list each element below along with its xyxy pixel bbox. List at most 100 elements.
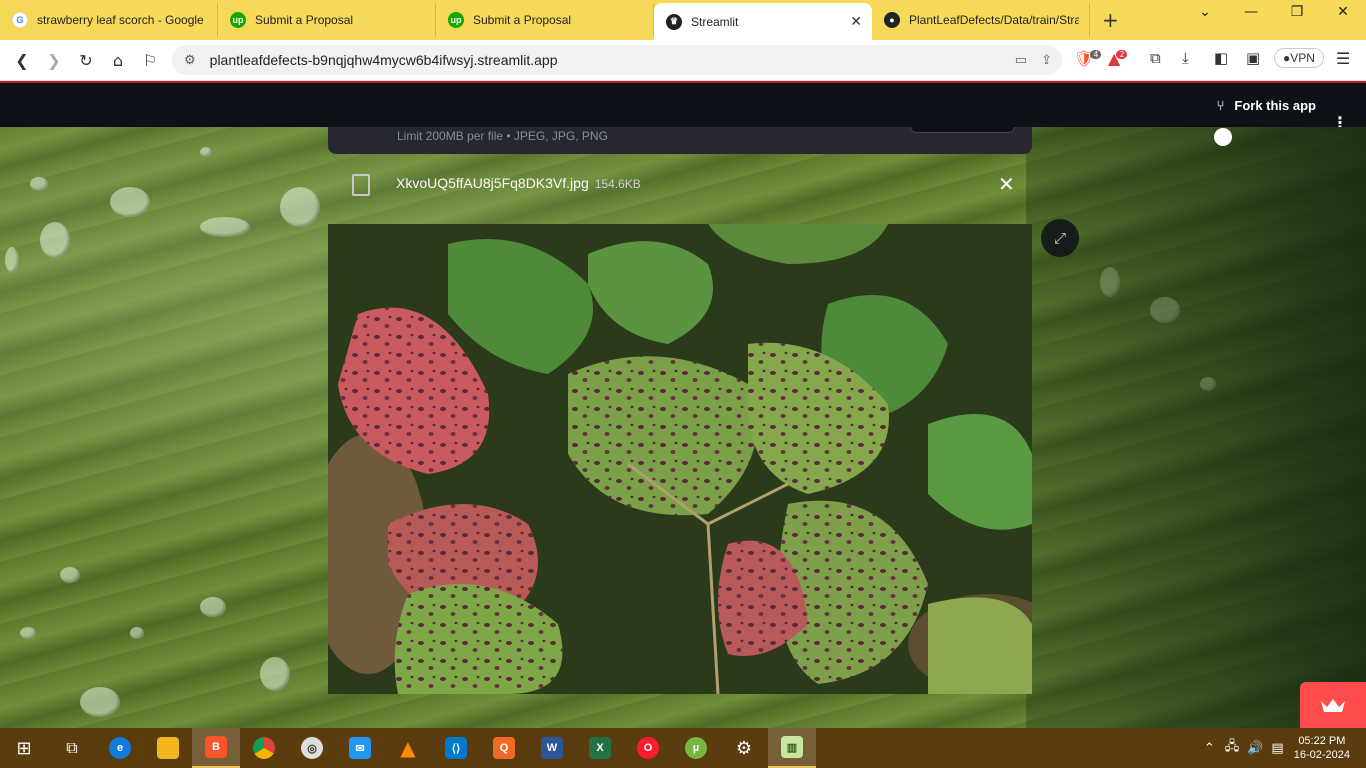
restore-button[interactable]: ❐ — [1274, 4, 1320, 20]
tab-github[interactable]: ● PlantLeafDefects/Data/train/Stra — [872, 3, 1090, 37]
notepad-chart-icon[interactable]: ▥ — [768, 728, 816, 768]
water-drop — [30, 177, 48, 191]
tab-title: strawberry leaf scorch - Google S — [37, 13, 207, 27]
home-button[interactable]: ⌂ — [102, 51, 134, 70]
water-drop — [1150, 297, 1180, 323]
notification-icon[interactable]: ▤ — [1271, 741, 1283, 756]
extensions-icon[interactable]: ⧉ — [1150, 49, 1161, 67]
back-button[interactable]: ❮ — [6, 51, 38, 70]
tab-title: Streamlit — [691, 14, 739, 29]
tab-streamlit[interactable]: ♛ Streamlit ✕ — [654, 3, 872, 40]
browse-files-button[interactable] — [910, 127, 1015, 133]
network-icon[interactable]: 🖧 — [1225, 737, 1240, 759]
url-field[interactable]: ⚙ plantleafdefects-b9nqjqhw4mycw6b4ifwsy… — [172, 45, 1062, 75]
share-icon[interactable]: ⇪ — [1041, 52, 1052, 68]
tab-upwork-proposal-2[interactable]: up Submit a Proposal — [436, 3, 654, 37]
utorrent-icon[interactable]: µ — [672, 728, 720, 768]
opera-icon[interactable]: O — [624, 728, 672, 768]
edge-icon[interactable]: e — [96, 728, 144, 768]
clock-date: 16-02-2024 — [1293, 749, 1350, 761]
file-explorer-icon[interactable] — [144, 728, 192, 768]
upwork-icon: up — [230, 12, 246, 28]
uploaded-leaf-image — [328, 224, 1032, 694]
vpn-button[interactable]: ● VPN — [1274, 48, 1324, 68]
tab-title: PlantLeafDefects/Data/train/Stra — [909, 13, 1079, 27]
file-icon — [352, 174, 370, 196]
vpn-label: VPN — [1290, 51, 1315, 65]
file-name-text: XkvoUQ5ffAU8j5Fq8DK3Vf.jpg — [396, 175, 589, 191]
brave-badge: 4 — [1090, 50, 1102, 59]
upwork-icon: up — [448, 12, 464, 28]
clock-time: 05:22 PM — [1298, 735, 1346, 747]
tab-title: Submit a Proposal — [255, 13, 354, 27]
downloads-icon[interactable]: ⤓ — [1182, 49, 1189, 67]
tab-upwork-proposal-1[interactable]: up Submit a Proposal — [218, 3, 436, 37]
system-clock[interactable]: 05:22 PM 16-02-2024 — [1294, 734, 1350, 762]
tab-search-icon[interactable]: ⌄ — [1182, 4, 1228, 20]
minimize-button[interactable]: — — [1228, 4, 1274, 20]
media-player-icon[interactable]: ◎ — [288, 728, 336, 768]
window-controls: ⌄ — ❐ ✕ — [1182, 4, 1366, 20]
reload-button[interactable]: ↻ — [70, 51, 102, 70]
task-view-icon[interactable]: ⧉ — [48, 728, 96, 768]
water-drop — [5, 247, 19, 273]
site-info-icon[interactable]: ⚙ — [184, 52, 196, 68]
water-drop — [200, 217, 250, 237]
uploaded-file-row: XkvoUQ5ffAU8j5Fq8DK3Vf.jpg 154.6KB ✕ — [328, 165, 1032, 205]
tab-google-search[interactable]: G strawberry leaf scorch - Google S — [0, 3, 218, 37]
q-app-icon[interactable]: Q — [480, 728, 528, 768]
file-size: 154.6KB — [594, 177, 641, 191]
vscode-icon[interactable]: ⟨⟩ — [432, 728, 480, 768]
streamlit-header: ⑂ Fork this app ⋮ — [0, 81, 1366, 132]
bookmark-icon[interactable]: ⚐ — [134, 51, 166, 70]
chevron-up-icon[interactable]: ⌃ — [1204, 741, 1215, 756]
vlc-icon[interactable]: ▲ — [384, 728, 432, 768]
start-button[interactable]: ⊞ — [0, 728, 48, 768]
streamlit-icon: ♛ — [666, 13, 682, 30]
strawberry-leaves-image — [328, 224, 1032, 694]
brave-shields-icon[interactable]: 🛡 4 — [1074, 49, 1102, 68]
wallet-icon[interactable]: ▣ — [1246, 49, 1260, 67]
water-drop — [60, 567, 80, 583]
water-drop — [200, 147, 212, 157]
forward-button[interactable]: ❯ — [38, 51, 70, 70]
browser-menu-icon[interactable]: ☰ — [1336, 49, 1350, 68]
water-drop — [130, 627, 144, 639]
fork-icon: ⑂ — [1216, 98, 1225, 113]
new-tab-button[interactable]: + — [1102, 8, 1119, 32]
system-tray: ⌃ 🖧 🔊 ▤ 05:22 PM 16-02-2024 — [1204, 728, 1366, 768]
excel-icon[interactable]: X — [576, 728, 624, 768]
water-drop — [40, 222, 70, 258]
chrome-icon[interactable] — [240, 728, 288, 768]
uploaded-file-name: XkvoUQ5ffAU8j5Fq8DK3Vf.jpg 154.6KB — [396, 175, 641, 191]
messenger-icon[interactable]: ✉ — [336, 728, 384, 768]
github-icon: ● — [884, 12, 900, 28]
close-window-button[interactable]: ✕ — [1320, 4, 1366, 20]
water-drop — [110, 187, 150, 217]
remove-file-button[interactable]: ✕ — [998, 172, 1015, 196]
fork-app-button[interactable]: ⑂ Fork this app — [1217, 98, 1316, 113]
brave-rewards-icon[interactable]: ▲ 2 — [1108, 49, 1128, 68]
brave-icon[interactable]: B — [192, 728, 240, 768]
background-shade — [1026, 127, 1366, 728]
water-drop — [1200, 377, 1216, 391]
water-drop — [280, 187, 320, 227]
sidebar-icon[interactable]: ◧ — [1214, 49, 1228, 67]
github-icon[interactable] — [1214, 128, 1232, 146]
close-tab-icon[interactable]: ✕ — [850, 13, 862, 30]
streamlit-badge-button[interactable] — [1300, 682, 1366, 728]
cast-icon[interactable]: ▭ — [1015, 52, 1027, 68]
fullscreen-icon[interactable]: ⤢ — [1041, 219, 1079, 257]
water-drop — [200, 597, 226, 617]
water-drop — [260, 657, 290, 691]
rewards-badge: 2 — [1116, 50, 1128, 59]
windows-taskbar: ⊞ ⧉ e B ◎ ✉ ▲ ⟨⟩ Q W X O µ ⚙ ▥ ⌃ 🖧 🔊 ▤ 0… — [0, 728, 1366, 768]
word-icon[interactable]: W — [528, 728, 576, 768]
crown-icon — [1321, 699, 1345, 712]
file-uploader-dropzone[interactable]: Limit 200MB per file • JPEG, JPG, PNG — [328, 127, 1032, 154]
settings-icon[interactable]: ⚙ — [720, 728, 768, 768]
browser-tab-bar: G strawberry leaf scorch - Google S up S… — [0, 0, 1366, 40]
google-icon: G — [12, 12, 28, 28]
water-drop — [20, 627, 36, 639]
volume-icon[interactable]: 🔊 — [1247, 741, 1263, 756]
